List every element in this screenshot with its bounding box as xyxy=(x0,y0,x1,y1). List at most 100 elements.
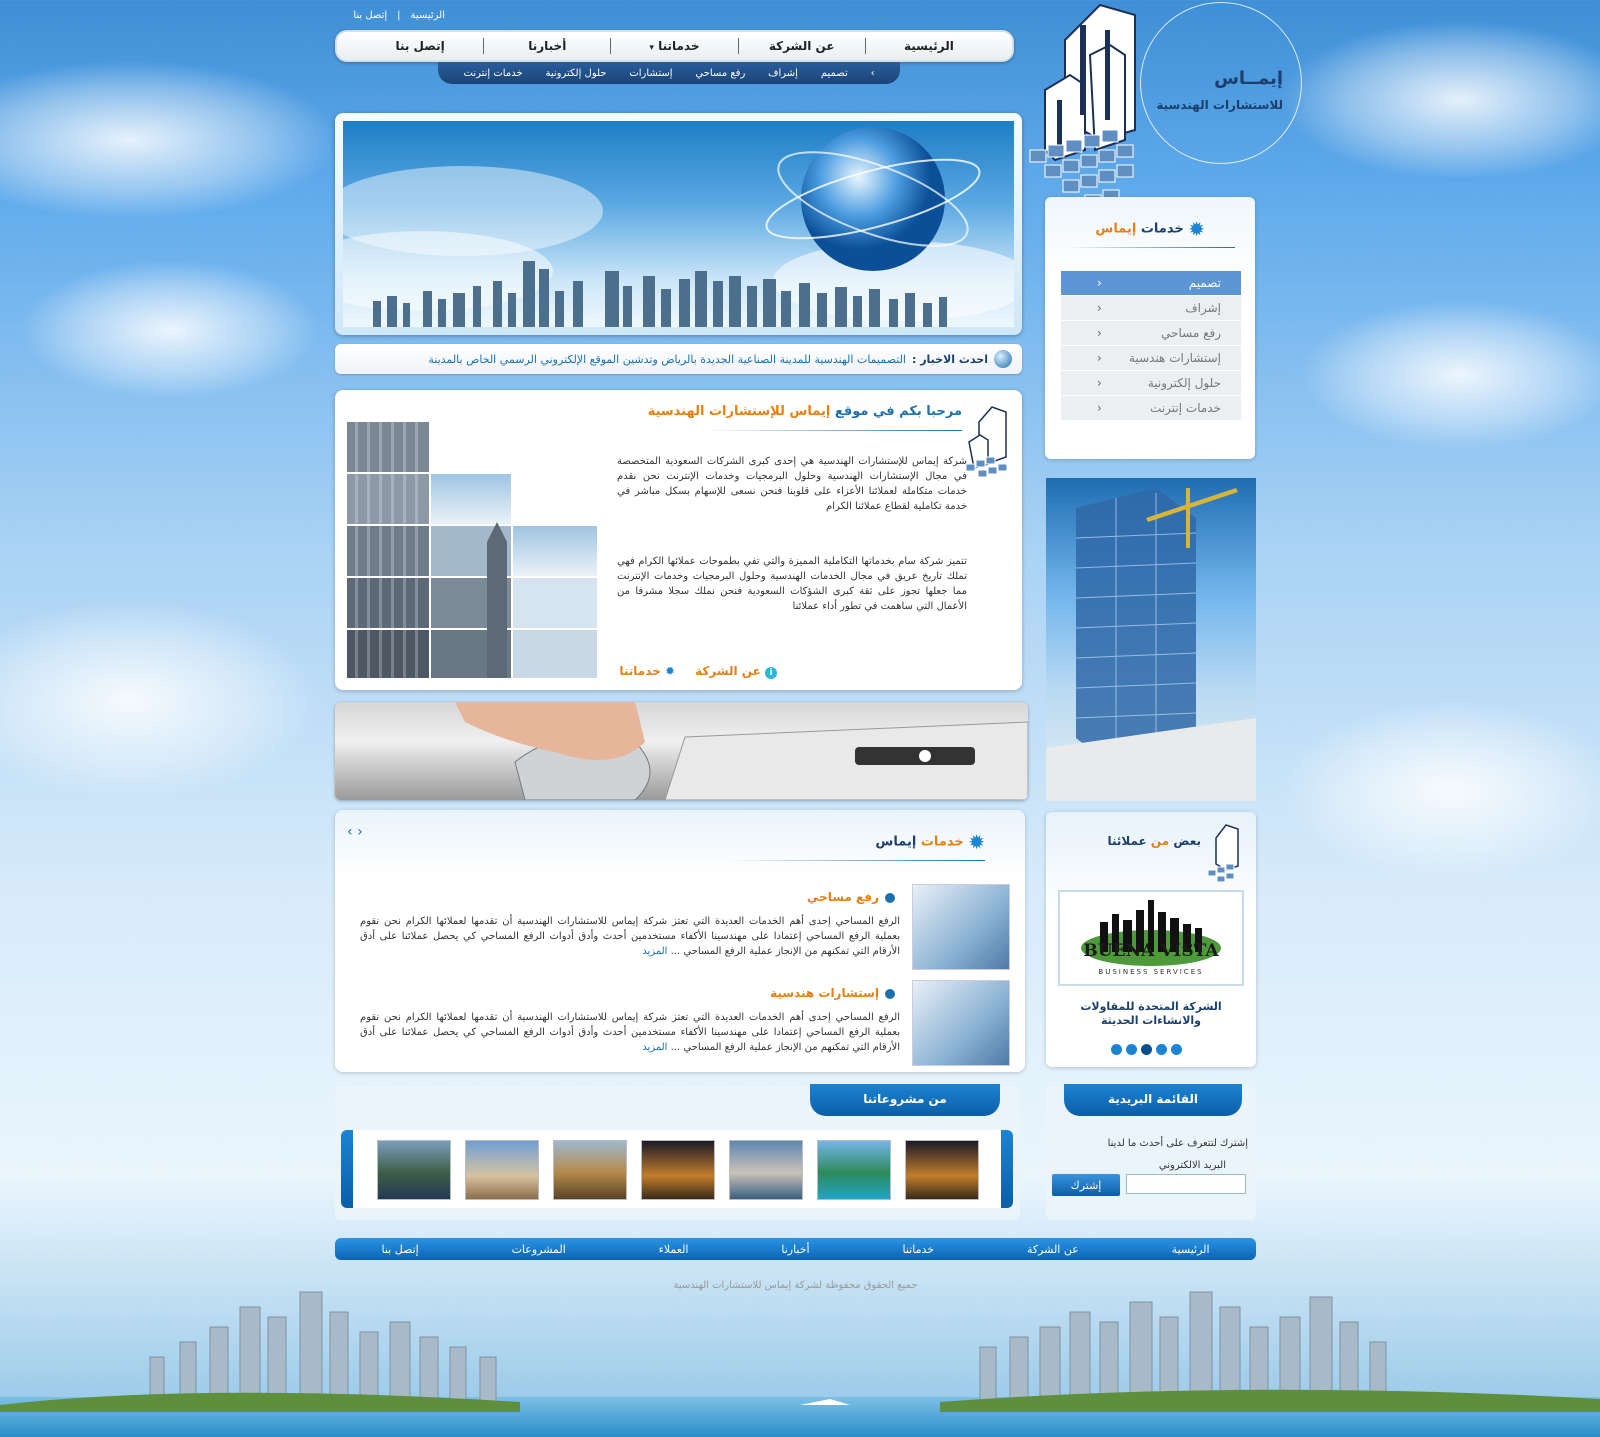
news-label: احدث الاخبار : xyxy=(911,352,988,366)
footer-link-contact[interactable]: إتصل بنا xyxy=(381,1243,418,1256)
project-thumbnail[interactable] xyxy=(465,1140,539,1200)
hero-banner xyxy=(335,113,1022,335)
service-title[interactable]: إستشارات هندسية xyxy=(770,986,895,1000)
info-icon: i xyxy=(765,667,777,679)
sidebar-heading-a: خدمات xyxy=(1140,221,1184,237)
city-globe-illustration xyxy=(343,127,1014,327)
services-link[interactable]: ✹ خدماتنا xyxy=(619,664,675,679)
footer-link-clients[interactable]: العملاء xyxy=(659,1243,689,1256)
read-more-link[interactable]: المزيد xyxy=(642,946,667,957)
project-thumbnail[interactable] xyxy=(641,1140,715,1200)
house-blueprint-image[interactable] xyxy=(912,884,1010,970)
service-text: الرفع المساحي إحدى أهم الخدمات العديدة ا… xyxy=(360,916,900,957)
pagination-dot[interactable] xyxy=(1126,1044,1137,1055)
services-link-label: خدماتنا xyxy=(619,664,661,678)
clients-heading-a: بعض xyxy=(1173,834,1201,848)
next-arrow-icon[interactable]: › xyxy=(357,824,363,840)
subnav-consulting[interactable]: إستشارات xyxy=(629,68,672,79)
pagination-dot[interactable] xyxy=(1156,1044,1167,1055)
prev-arrow-icon[interactable]: ‹ xyxy=(347,824,353,840)
top-link-separator: | xyxy=(397,10,401,21)
footer-link-services[interactable]: خدماتنا xyxy=(903,1243,935,1256)
project-thumbnails xyxy=(377,1140,979,1200)
house-blueprint-image[interactable] xyxy=(912,980,1010,1066)
skyscraper-collage xyxy=(347,422,599,678)
about-link-label: عن الشركة xyxy=(695,664,761,678)
subnav-supervision[interactable]: إشراف xyxy=(768,68,798,79)
client-logo[interactable]: BUENA VISTA BUSINESS SERVICES xyxy=(1058,890,1244,986)
carousel-next-button[interactable] xyxy=(1001,1130,1013,1208)
subnav-e-solutions[interactable]: حلول إلكترونية xyxy=(546,68,607,79)
carousel-arrows: ‹ › xyxy=(347,824,363,840)
clients-heading: بعض من عملائنا xyxy=(1107,834,1201,848)
service-title-label: إستشارات هندسية xyxy=(770,986,879,1000)
footer-link-projects[interactable]: المشروعات xyxy=(512,1243,566,1256)
top-link-home[interactable]: الرئيسية xyxy=(411,10,445,21)
about-link[interactable]: i عن الشركة xyxy=(695,664,777,679)
top-links: الرئيسية | إتصل بنا xyxy=(335,10,445,21)
top-link-contact[interactable]: إتصل بنا xyxy=(353,10,387,21)
footer-link-home[interactable]: الرئيسية xyxy=(1172,1243,1210,1256)
service-title[interactable]: رفع مساحي xyxy=(807,890,895,904)
footer-nav: الرئيسية عن الشركة خدماتنا أخبارنا العمل… xyxy=(335,1238,1256,1260)
mailing-intro: إشترك لتتعرف على أحدث ما لدينا xyxy=(1107,1138,1248,1149)
sidebar-item-survey[interactable]: رفع مساحي xyxy=(1061,321,1241,346)
project-thumbnail[interactable] xyxy=(553,1140,627,1200)
footer-link-about[interactable]: عن الشركة xyxy=(1027,1243,1079,1256)
bullet-icon xyxy=(885,988,895,999)
welcome-title-brand: إيماس للإستشارات الهندسية xyxy=(647,404,831,419)
service-description: الرفع المساحي إحدى أهم الخدمات العديدة ا… xyxy=(360,1010,900,1055)
nav-services[interactable]: خدماتنا ▾ xyxy=(611,39,737,53)
sidebar-menu: تصميم إشراف رفع مساحي إستشارات هندسية حل… xyxy=(1061,271,1241,421)
subnav-survey[interactable]: رفع مساحي xyxy=(695,68,745,79)
services-section: ‹ › ✹ خدمات إيماس رفع مساحي الرفع المساح… xyxy=(335,810,1025,1072)
services-heading-a: خدمات xyxy=(920,834,964,850)
nav-news[interactable]: أخبارنا xyxy=(484,39,610,53)
laptop-mouse-banner xyxy=(335,702,1028,800)
subnav-internet[interactable]: خدمات إنترنت xyxy=(464,68,523,79)
email-field[interactable] xyxy=(1126,1174,1246,1194)
bullet-icon xyxy=(885,892,895,903)
welcome-links: i عن الشركة ✹ خدماتنا xyxy=(619,664,777,679)
service-description: الرفع المساحي إحدى أهم الخدمات العديدة ا… xyxy=(360,914,900,959)
sub-nav: › تصميم إشراف رفع مساحي إستشارات حلول إل… xyxy=(438,62,900,84)
email-label: البريد الالكتروني xyxy=(1158,1160,1226,1171)
client-pagination xyxy=(1111,1044,1182,1055)
project-thumbnail[interactable] xyxy=(817,1140,891,1200)
pagination-dot[interactable] xyxy=(1171,1044,1182,1055)
carousel-prev-button[interactable] xyxy=(341,1130,353,1208)
news-headline[interactable]: التصميمات الهندسية للمدينة الصناعية الجد… xyxy=(428,353,906,366)
sidebar-item-supervision[interactable]: إشراف xyxy=(1061,296,1241,321)
services-heading: ✹ خدمات إيماس xyxy=(875,830,985,854)
sidebar-item-e-solutions[interactable]: حلول إلكترونية xyxy=(1061,371,1241,396)
sidebar-item-consulting[interactable]: إستشارات هندسية xyxy=(1061,346,1241,371)
service-item: رفع مساحي الرفع المساحي إحدى أهم الخدمات… xyxy=(350,884,1010,970)
site-logo[interactable]: إيمــاس للاستشارات الهندسية xyxy=(1025,0,1302,215)
clients-section: بعض من عملائنا BUENA VISTA BUSINESS SERV… xyxy=(1046,812,1256,1067)
client-caption: الشركة المتحدة للمقاولات والانشاءات الحد… xyxy=(1080,1000,1222,1027)
buildings-logo-icon xyxy=(1029,3,1136,208)
pagination-dot-active[interactable] xyxy=(1141,1044,1152,1055)
read-more-link[interactable]: المزيد xyxy=(642,1042,667,1053)
project-thumbnail[interactable] xyxy=(729,1140,803,1200)
subnav-design[interactable]: تصميم xyxy=(821,68,848,79)
project-thumbnail[interactable] xyxy=(905,1140,979,1200)
project-thumbnail[interactable] xyxy=(377,1140,451,1200)
heading-underline xyxy=(1065,247,1235,248)
subscribe-button[interactable]: إشترك xyxy=(1052,1174,1120,1196)
sidebar-item-internet[interactable]: خدمات إنترنت xyxy=(1061,396,1241,421)
nav-home[interactable]: الرئيسية xyxy=(866,39,992,53)
chevron-left-icon: › xyxy=(870,67,875,79)
nav-contact[interactable]: إتصل بنا xyxy=(357,39,483,53)
nav-services-label: خدماتنا xyxy=(658,39,700,53)
footer-link-news[interactable]: أخبارنا xyxy=(781,1243,809,1256)
nav-about[interactable]: عن الشركة xyxy=(739,39,865,53)
client-logo-text: BUENA VISTA xyxy=(1083,941,1219,961)
service-title-label: رفع مساحي xyxy=(806,890,879,904)
globe-icon xyxy=(994,350,1012,368)
chevron-down-icon: ▾ xyxy=(649,43,654,53)
sidebar-item-design[interactable]: تصميم xyxy=(1061,271,1241,296)
pagination-dot[interactable] xyxy=(1111,1044,1122,1055)
mailing-list: القائمة البريدية إشترك لتتعرف على أحدث م… xyxy=(1046,1084,1256,1220)
welcome-paragraph-2: تتميز شركة سام بخدماتها التكاملية المميز… xyxy=(617,556,967,612)
